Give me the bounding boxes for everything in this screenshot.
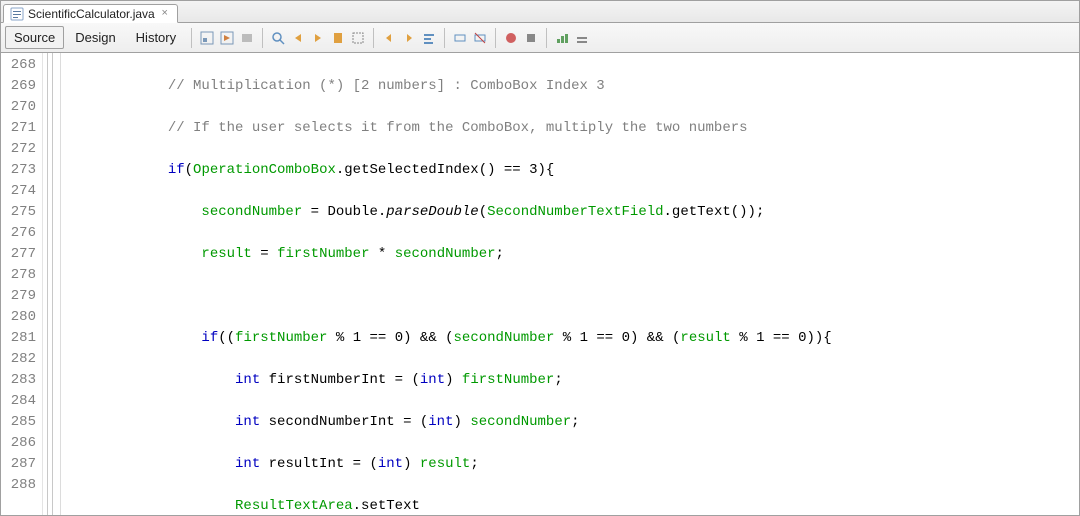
toolbar-icon-3[interactable]	[238, 29, 256, 47]
line-number: 279	[1, 286, 36, 307]
toggle-bookmark-icon[interactable]	[329, 29, 347, 47]
line-number: 287	[1, 454, 36, 475]
line-number: 269	[1, 76, 36, 97]
stop-macro-icon[interactable]	[502, 29, 520, 47]
line-number: 273	[1, 160, 36, 181]
line-number: 278	[1, 265, 36, 286]
shift-right-icon[interactable]	[400, 29, 418, 47]
line-number: 271	[1, 118, 36, 139]
editor-tab-bar: ScientificCalculator.java ×	[1, 1, 1079, 23]
line-number: 286	[1, 433, 36, 454]
selection-icon[interactable]	[349, 29, 367, 47]
code-editor[interactable]: 268 269 270 271 272 273 274 275 276 277 …	[1, 53, 1079, 515]
toolbar-separator	[191, 28, 192, 48]
design-view-button[interactable]: Design	[66, 26, 124, 49]
source-view-button[interactable]: Source	[5, 26, 64, 49]
line-number: 283	[1, 370, 36, 391]
toolbar-separator	[262, 28, 263, 48]
line-number: 268	[1, 55, 36, 76]
fold-strip[interactable]	[43, 53, 61, 515]
toolbar-icon-2[interactable]	[218, 29, 236, 47]
line-number: 285	[1, 412, 36, 433]
toolbar-separator	[373, 28, 374, 48]
line-number: 270	[1, 97, 36, 118]
line-number: 272	[1, 139, 36, 160]
shift-left-icon[interactable]	[380, 29, 398, 47]
toolbar-separator	[546, 28, 547, 48]
prev-bookmark-icon[interactable]	[289, 29, 307, 47]
line-number: 281	[1, 328, 36, 349]
close-tab-icon[interactable]: ×	[159, 8, 171, 20]
line-number: 282	[1, 349, 36, 370]
history-view-button[interactable]: History	[127, 26, 185, 49]
toolbar-extra-1-icon[interactable]	[553, 29, 571, 47]
editor-toolbar: Source Design History	[1, 23, 1079, 53]
uncomment-icon[interactable]	[471, 29, 489, 47]
line-number: 276	[1, 223, 36, 244]
file-tab[interactable]: ScientificCalculator.java ×	[3, 4, 178, 23]
line-number: 275	[1, 202, 36, 223]
line-number: 280	[1, 307, 36, 328]
line-number: 274	[1, 181, 36, 202]
line-number: 288	[1, 475, 36, 496]
toolbar-extra-2-icon[interactable]	[573, 29, 591, 47]
toolbar-icon-1[interactable]	[198, 29, 216, 47]
format-icon[interactable]	[420, 29, 438, 47]
line-number: 277	[1, 244, 36, 265]
file-tab-label: ScientificCalculator.java	[28, 7, 155, 21]
comment-icon[interactable]	[451, 29, 469, 47]
line-number-gutter: 268 269 270 271 272 273 274 275 276 277 …	[1, 53, 43, 515]
code-area[interactable]: // Multiplication (*) [2 numbers] : Comb…	[61, 53, 1079, 515]
record-macro-icon[interactable]	[522, 29, 540, 47]
line-number: 284	[1, 391, 36, 412]
next-bookmark-icon[interactable]	[309, 29, 327, 47]
search-icon[interactable]	[269, 29, 287, 47]
toolbar-separator	[444, 28, 445, 48]
java-file-icon	[10, 7, 24, 21]
toolbar-separator	[495, 28, 496, 48]
